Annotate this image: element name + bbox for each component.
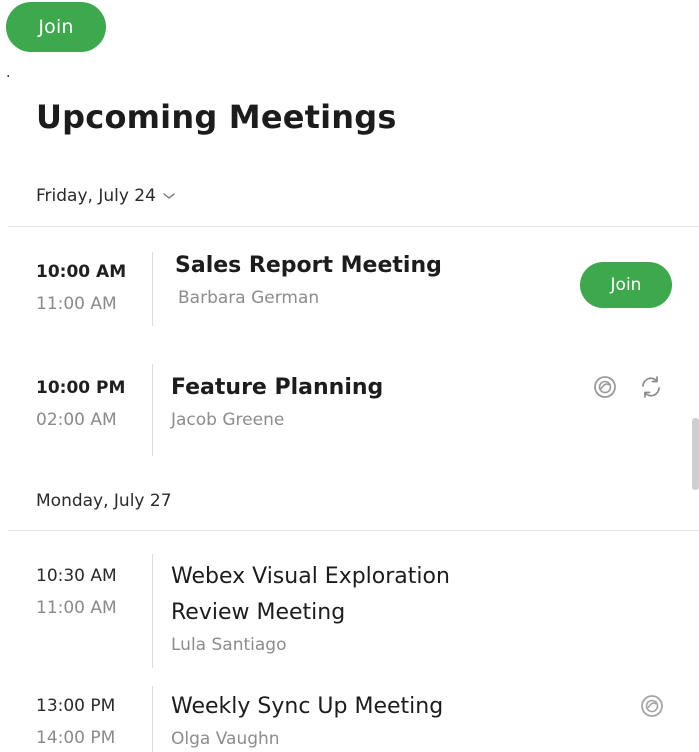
meeting-end-time: 14:00 PM <box>36 728 116 748</box>
meeting-row[interactable]: 13:00 PM 14:00 PM Weekly Sync Up Meeting… <box>0 686 699 752</box>
page-title: Upcoming Meetings <box>36 98 397 136</box>
webex-icon[interactable] <box>639 693 665 719</box>
meeting-times: 13:00 PM 14:00 PM <box>36 690 148 752</box>
meeting-host: Jacob Greene <box>171 410 285 430</box>
meeting-start-time: 10:00 PM <box>36 378 126 398</box>
meeting-info: Webex Visual Exploration Review Meeting … <box>171 559 571 659</box>
meeting-info: Sales Report Meeting Barbara German <box>175 248 575 312</box>
meeting-info: Feature Planning Jacob Greene <box>171 370 571 434</box>
meeting-host: Olga Vaughn <box>171 729 280 749</box>
time-separator <box>152 364 153 456</box>
meeting-end-time: 11:00 AM <box>36 598 117 618</box>
scrollbar-thumb[interactable] <box>692 418 699 490</box>
time-separator <box>152 252 153 326</box>
meeting-title-line1: Webex Visual Exploration <box>171 564 450 589</box>
meeting-start-time: 10:30 AM <box>36 566 117 586</box>
day-header-monday[interactable]: Monday, July 27 <box>36 491 172 511</box>
divider <box>8 530 699 531</box>
recurring-icon[interactable] <box>638 374 664 400</box>
meeting-start-time: 10:00 AM <box>36 262 127 282</box>
time-separator <box>152 554 153 668</box>
join-button-top[interactable]: Join <box>6 2 106 52</box>
webex-icon[interactable] <box>592 374 618 400</box>
time-separator <box>152 686 153 752</box>
divider <box>8 226 699 227</box>
meeting-start-time: 13:00 PM <box>36 696 116 716</box>
join-button[interactable]: Join <box>580 262 672 308</box>
meeting-times: 10:00 AM 11:00 AM <box>36 256 148 320</box>
meeting-title: Weekly Sync Up Meeting <box>171 694 444 719</box>
meeting-times: 10:00 PM 02:00 AM <box>36 372 148 436</box>
meeting-end-time: 11:00 AM <box>36 294 117 314</box>
meetings-page: Join . Upcoming Meetings Friday, July 24… <box>0 0 699 752</box>
day-header-friday[interactable]: Friday, July 24 <box>36 186 176 206</box>
meeting-end-time: 02:00 AM <box>36 410 117 430</box>
meeting-host: Barbara German <box>178 288 320 308</box>
meeting-title: Feature Planning <box>171 375 384 400</box>
day-header-label: Friday, July 24 <box>36 186 156 206</box>
stray-dot-text: . <box>6 65 11 81</box>
meeting-info: Weekly Sync Up Meeting Olga Vaughn <box>171 689 571 752</box>
meeting-host: Lula Santiago <box>171 635 287 655</box>
meeting-times: 10:30 AM 11:00 AM <box>36 560 148 624</box>
meeting-title-line2: Review Meeting <box>171 600 346 625</box>
chevron-down-icon <box>163 193 175 199</box>
meeting-row[interactable]: 10:30 AM 11:00 AM Webex Visual Explorati… <box>0 554 699 670</box>
day-header-label: Monday, July 27 <box>36 491 172 511</box>
meeting-title: Sales Report Meeting <box>175 253 442 278</box>
